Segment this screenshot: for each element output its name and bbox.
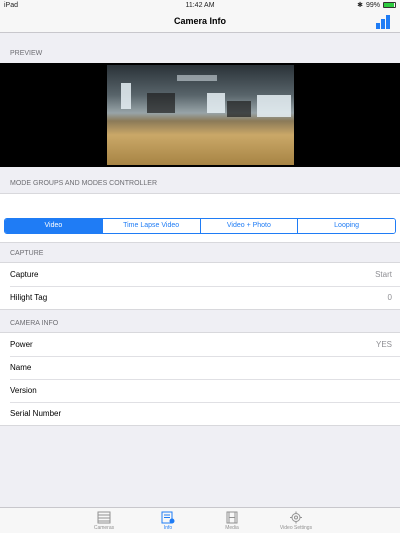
tab-label: Cameras bbox=[93, 525, 115, 531]
clock: 11:42 AM bbox=[185, 2, 215, 9]
camera-info-list: Power YES Name Version Serial Number bbox=[0, 332, 400, 426]
row-value: YES bbox=[375, 340, 392, 349]
tab-label: Info bbox=[163, 525, 173, 531]
preview-image bbox=[107, 65, 294, 165]
gear-icon bbox=[290, 511, 302, 524]
segment-video-photo[interactable]: Video + Photo bbox=[199, 219, 298, 233]
battery-percent: 99% bbox=[365, 1, 380, 9]
capture-list: Capture Start Hilight Tag 0 bbox=[0, 262, 400, 310]
tab-label: Video Settings bbox=[279, 525, 313, 531]
page-title: Camera Info bbox=[173, 16, 226, 26]
mode-segmented-control: Video Time Lapse Video Video + Photo Loo… bbox=[4, 218, 396, 234]
bar-chart-icon[interactable] bbox=[376, 13, 392, 29]
row-value: 0 bbox=[387, 293, 392, 302]
info-icon bbox=[161, 511, 175, 524]
tab-info[interactable]: Info bbox=[150, 508, 186, 533]
list-icon bbox=[97, 511, 111, 524]
camera-preview bbox=[0, 63, 400, 167]
row-label: Version bbox=[10, 386, 37, 395]
row-label: Capture bbox=[10, 270, 39, 279]
hilight-tag-row[interactable]: Hilight Tag 0 bbox=[0, 286, 400, 309]
row-value: Start bbox=[375, 270, 392, 279]
row-label: Name bbox=[10, 363, 32, 372]
serial-number-row: Serial Number bbox=[0, 402, 400, 425]
segment-video[interactable]: Video bbox=[5, 219, 102, 233]
segment-time-lapse-video[interactable]: Time Lapse Video bbox=[101, 219, 200, 233]
tab-label: Media bbox=[225, 525, 239, 531]
battery-icon bbox=[383, 2, 396, 8]
tab-bar: Cameras Info Media Video Settings bbox=[0, 507, 400, 533]
capture-row[interactable]: Capture Start bbox=[0, 263, 400, 286]
film-icon bbox=[226, 511, 238, 524]
tab-video-settings[interactable]: Video Settings bbox=[278, 508, 314, 533]
bluetooth-icon: ✱ bbox=[357, 2, 363, 9]
row-label: Power bbox=[10, 340, 33, 349]
name-row: Name bbox=[0, 356, 400, 379]
status-bar: iPad 11:42 AM ✱ 99% bbox=[0, 0, 400, 11]
tab-media[interactable]: Media bbox=[214, 508, 250, 533]
navigation-bar: Camera Info bbox=[0, 11, 400, 33]
version-row: Version bbox=[0, 379, 400, 402]
status-right: ✱ 99% bbox=[357, 1, 396, 9]
power-row: Power YES bbox=[0, 333, 400, 356]
row-label: Hilight Tag bbox=[10, 293, 48, 302]
row-label: Serial Number bbox=[10, 409, 62, 418]
segment-looping[interactable]: Looping bbox=[297, 219, 395, 233]
preview-header: PREVIEW bbox=[10, 50, 43, 57]
modes-header: MODE GROUPS AND MODES CONTROLLER bbox=[10, 180, 158, 187]
tab-cameras[interactable]: Cameras bbox=[86, 508, 122, 533]
